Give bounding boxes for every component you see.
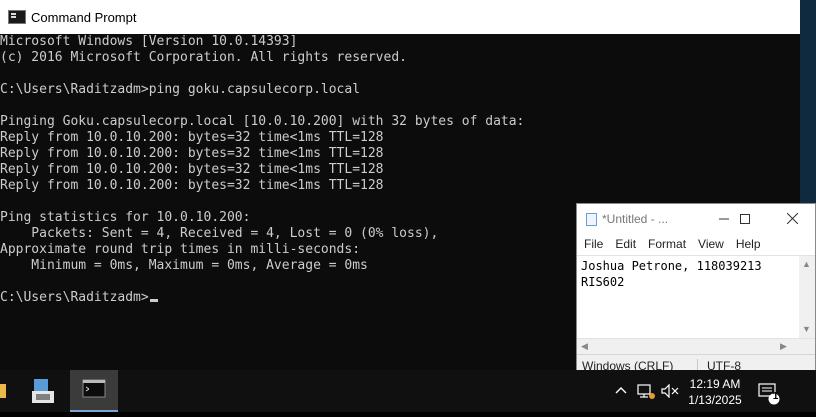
- console-line: Reply from 10.0.10.200: bytes=32 time<1m…: [0, 162, 384, 177]
- horizontal-scrollbar[interactable]: ◀ ▶: [577, 338, 815, 354]
- scroll-right-icon[interactable]: ▶: [780, 341, 787, 352]
- taskbar-clock[interactable]: 12:19 AM 1/13/2025: [683, 376, 747, 408]
- notepad-title: *Untitled - ...: [602, 212, 669, 226]
- minimize-icon[interactable]: [713, 208, 735, 230]
- menu-view[interactable]: View: [692, 237, 730, 251]
- console-line: Pinging Goku.capsulecorp.local [10.0.10.…: [0, 114, 525, 129]
- window-title: Command Prompt: [31, 9, 137, 25]
- clock-date: 1/13/2025: [688, 393, 742, 407]
- scroll-up-icon[interactable]: ▲: [802, 259, 811, 269]
- task-view-icon[interactable]: [0, 370, 14, 412]
- taskbar: 12:19 AM 1/13/2025 1: [0, 370, 816, 412]
- notepad-menubar: File Edit Format View Help: [577, 234, 815, 254]
- notepad-window[interactable]: *Untitled - ... File Edit Format View He…: [576, 203, 816, 376]
- notepad-icon: [586, 212, 597, 226]
- console-line: C:\Users\Raditzadm>ping goku.capsulecorp…: [0, 82, 361, 97]
- menu-edit[interactable]: Edit: [609, 237, 642, 251]
- cmd-titlebar[interactable]: Command Prompt: [0, 0, 800, 35]
- volume-muted-icon[interactable]: [661, 383, 679, 401]
- scroll-down-icon[interactable]: ▼: [802, 324, 811, 334]
- maximize-icon[interactable]: [734, 208, 756, 230]
- chevron-up-icon[interactable]: [615, 382, 627, 398]
- network-icon[interactable]: [637, 384, 655, 403]
- notepad-titlebar[interactable]: *Untitled - ...: [577, 204, 815, 234]
- scroll-left-icon[interactable]: ◀: [581, 341, 588, 352]
- menu-file[interactable]: File: [577, 237, 609, 251]
- cmd-icon: [8, 10, 26, 24]
- console-line: Reply from 10.0.10.200: bytes=32 time<1m…: [0, 178, 384, 193]
- notepad-editor[interactable]: Joshua Petrone, 118039213 RIS602 ▲ ▼: [577, 255, 815, 350]
- console-line: Microsoft Windows [Version 10.0.14393]: [0, 34, 298, 49]
- menu-format[interactable]: Format: [642, 237, 692, 251]
- text-cursor: [149, 299, 158, 302]
- notification-badge: 1: [772, 391, 779, 402]
- console-line: Reply from 10.0.10.200: bytes=32 time<1m…: [0, 130, 384, 145]
- console-line: (c) 2016 Microsoft Corporation. All righ…: [0, 50, 407, 65]
- taskbar-command-prompt[interactable]: [70, 370, 118, 412]
- clock-time: 12:19 AM: [689, 377, 741, 391]
- close-icon[interactable]: [781, 208, 803, 230]
- file-explorer-icon[interactable]: [24, 370, 62, 412]
- vertical-scrollbar[interactable]: ▲ ▼: [799, 256, 815, 350]
- notepad-text[interactable]: Joshua Petrone, 118039213 RIS602: [581, 258, 796, 290]
- console-line: Reply from 10.0.10.200: bytes=32 time<1m…: [0, 146, 384, 161]
- menu-help[interactable]: Help: [730, 237, 767, 251]
